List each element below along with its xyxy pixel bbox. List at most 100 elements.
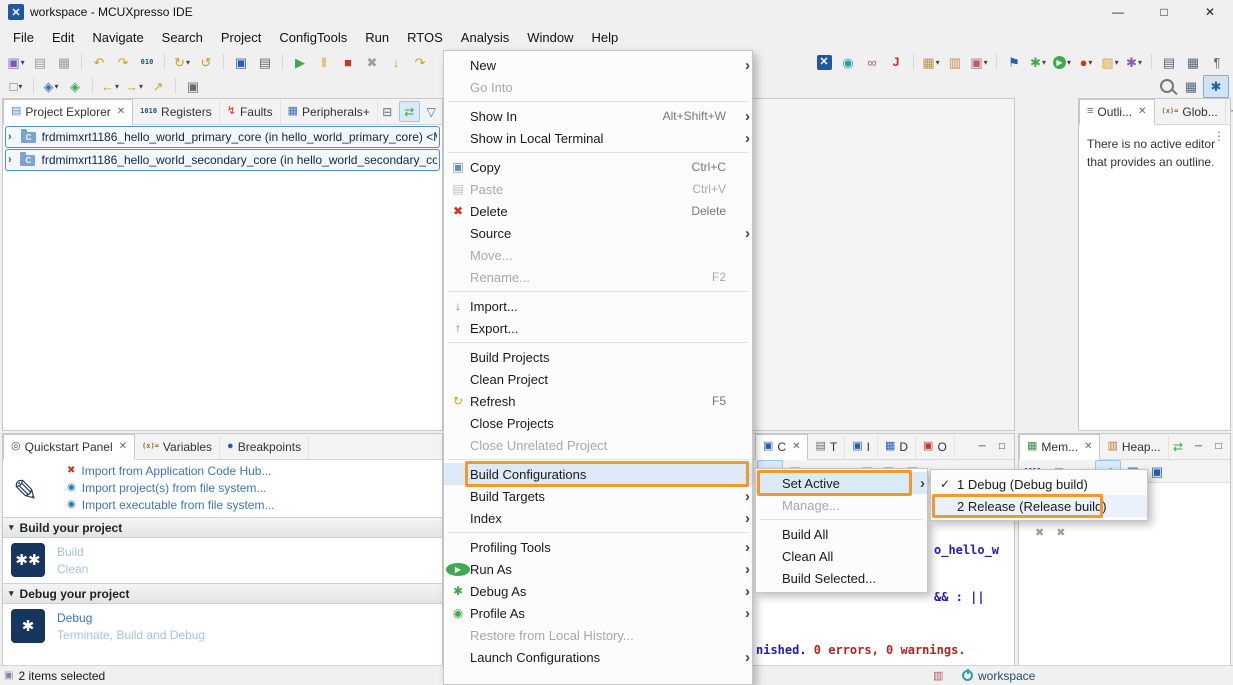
submenu-item-manage[interactable]: Manage... (756, 494, 927, 516)
menu-window[interactable]: Window (518, 26, 582, 49)
menu-run[interactable]: Run (356, 26, 398, 49)
binary-view-icon[interactable]: 010 (135, 52, 159, 73)
suspend-icon[interactable]: ‖ (312, 52, 336, 73)
submenu-item-build-selected[interactable]: Build Selected... (756, 567, 927, 589)
close-tab-icon[interactable]: ✕ (1138, 106, 1146, 117)
menu-project[interactable]: Project (212, 26, 270, 49)
menu-item-export[interactable]: ↑ Export... (444, 317, 752, 339)
develop-perspective-icon[interactable]: ✱ (1203, 75, 1229, 98)
save-icon[interactable]: ▤ (28, 52, 52, 73)
menu-item-go-into[interactable]: Go Into (444, 76, 752, 98)
tab-heap[interactable]: ▥ Heap... ✕ (1100, 435, 1168, 459)
disconnect-icon[interactable]: ✖ (360, 52, 384, 73)
jlink-icon[interactable]: J (884, 52, 908, 73)
tab-global-variables[interactable]: (x)= Glob... ✕ (1155, 100, 1226, 124)
menu-item-paste[interactable]: ▤ Paste Ctrl+V (444, 178, 752, 200)
back-history-icon[interactable]: ← (98, 76, 122, 97)
minimize-view-icon[interactable]: ─ (973, 438, 991, 456)
search-icon[interactable] (1155, 76, 1179, 97)
refresh-debug-icon[interactable]: ↻ (170, 52, 194, 73)
tab-quickstart[interactable]: ◎ Quickstart Panel ✕ (3, 434, 135, 460)
project-item-secondary[interactable]: › frdmimxrt1186_hello_world_secondary_co… (5, 149, 440, 171)
menu-item-close-projects[interactable]: Close Projects (444, 412, 752, 434)
menu-item-build-projects[interactable]: Build Projects (444, 346, 752, 368)
profile-icon[interactable]: ◈ (39, 76, 63, 97)
build-section-header[interactable]: ▾ Build your project (3, 517, 442, 538)
save-all-icon[interactable]: ▦ (52, 52, 76, 73)
tab-peripherals[interactable]: ▦ Peripherals+ ✕ (281, 100, 378, 124)
tab-console[interactable]: ▣ C ✕ (755, 434, 808, 460)
menu-item-move[interactable]: Move... (444, 244, 752, 266)
remove-monitor-icon[interactable]: ✖ (1035, 526, 1044, 539)
open-project-icon[interactable]: ▨ (1098, 52, 1122, 73)
search-source-icon[interactable]: ▤ (253, 52, 277, 73)
close-button[interactable]: ✕ (1187, 0, 1233, 24)
minimize-view-icon[interactable]: ─ (1226, 103, 1233, 121)
new-wizard-icon[interactable]: ▣ (4, 52, 28, 73)
debug-configurations-icon[interactable]: ✱ (1026, 52, 1050, 73)
attach-probe-icon[interactable]: ∞ (860, 52, 884, 73)
undo-icon[interactable]: ↶ (87, 52, 111, 73)
tab-debugger-console[interactable]: ▦ D ✕ (878, 435, 916, 459)
mcuxpresso-icon[interactable]: ✕ (812, 52, 836, 73)
config-item-release[interactable]: 2 Release (Release build) (931, 495, 1147, 517)
views-grid-icon[interactable]: ▦ (1181, 52, 1205, 73)
launch-flags-icon[interactable]: ⚑ (1002, 52, 1026, 73)
minimize-button[interactable]: — (1095, 0, 1141, 24)
link-debug[interactable]: Debug (57, 611, 205, 625)
tab-breakpoints[interactable]: ● Breakpoints ✕ (220, 435, 309, 459)
workspace-status[interactable]: workspace (962, 669, 1035, 683)
maximize-view-icon[interactable]: □ (1210, 438, 1228, 456)
submenu-item-clean-all[interactable]: Clean All (756, 545, 927, 567)
close-tab-icon[interactable]: ✕ (792, 441, 800, 452)
menu-analysis[interactable]: Analysis (452, 26, 518, 49)
menu-item-import[interactable]: ↓ Import... (444, 295, 752, 317)
debug-section-header[interactable]: ▾ Debug your project (3, 583, 442, 604)
terminate-icon[interactable]: ■ (336, 52, 360, 73)
tab-variables[interactable]: (x)= Variables ✕ (135, 435, 220, 459)
tab-offline-peripherals[interactable]: ▣ O ✕ (916, 435, 955, 459)
globe-icon[interactable]: ◉ (836, 52, 860, 73)
open-console-view-icon[interactable]: ▣ (229, 52, 253, 73)
wizard-icon[interactable]: ✱ (1122, 52, 1146, 73)
menu-item-source[interactable]: Source (444, 222, 752, 244)
tab-outline[interactable]: ≡ Outli... ✕ (1079, 99, 1155, 125)
menu-item-profiling-tools[interactable]: Profiling Tools (444, 536, 752, 558)
restart-icon[interactable]: ↺ (194, 52, 218, 73)
link-terminate-build-debug[interactable]: Terminate, Build and Debug (57, 628, 205, 642)
menu-item-build-targets[interactable]: Build Targets (444, 485, 752, 507)
close-tab-icon[interactable]: ✕ (117, 106, 125, 117)
project-item-primary[interactable]: › frdmimxrt1186_hello_world_primary_core… (5, 126, 440, 148)
open-perspective-icon[interactable]: ▦ (1179, 76, 1203, 97)
minimize-view-icon[interactable]: ─ (1190, 438, 1208, 456)
menu-rtos[interactable]: RTOS (398, 26, 452, 49)
menu-edit[interactable]: Edit (43, 26, 83, 49)
step-over-icon[interactable]: ↷ (408, 52, 432, 73)
menu-item-profile-as[interactable]: ◉ Profile As (444, 602, 752, 624)
last-edit-icon[interactable]: ↗ (146, 76, 170, 97)
close-tab-icon[interactable]: ✕ (119, 441, 127, 452)
menu-item-run-as[interactable]: ▶ Run As (444, 558, 752, 580)
tab-image-info[interactable]: ▣ I ✕ (845, 435, 878, 459)
expand-arrow-icon[interactable]: › (8, 154, 20, 166)
background-tasks-icon[interactable]: ▥ (933, 669, 943, 682)
maximize-view-icon[interactable]: □ (993, 438, 1011, 456)
trace-icon[interactable]: ● (1074, 52, 1098, 73)
coverage-icon[interactable]: ◈ (63, 76, 87, 97)
menu-item-new[interactable]: New (444, 54, 752, 76)
link-build[interactable]: Build (57, 545, 88, 559)
menu-item-delete[interactable]: ✖ Delete Delete (444, 200, 752, 222)
new-file-icon[interactable]: □ (4, 76, 28, 97)
tab-terminal[interactable]: ▤ T ✕ (808, 435, 845, 459)
menu-navigate[interactable]: Navigate (83, 26, 152, 49)
forward-history-icon[interactable]: → (122, 76, 146, 97)
expand-arrow-icon[interactable]: › (8, 131, 21, 143)
step-into-icon[interactable]: ↓ (384, 52, 408, 73)
menu-help[interactable]: Help (582, 26, 627, 49)
editor-window-icon[interactable]: ▤ (1157, 52, 1181, 73)
menu-item-show-in-local-terminal[interactable]: Show in Local Terminal (444, 127, 752, 149)
link-import-project[interactable]: ◉ Import project(s) from file system... (67, 479, 442, 496)
menu-item-copy[interactable]: ▣ Copy Ctrl+C (444, 156, 752, 178)
resume-icon[interactable]: ▶ (288, 52, 312, 73)
link-import-executable[interactable]: ◉ Import executable from file system... (67, 496, 442, 513)
